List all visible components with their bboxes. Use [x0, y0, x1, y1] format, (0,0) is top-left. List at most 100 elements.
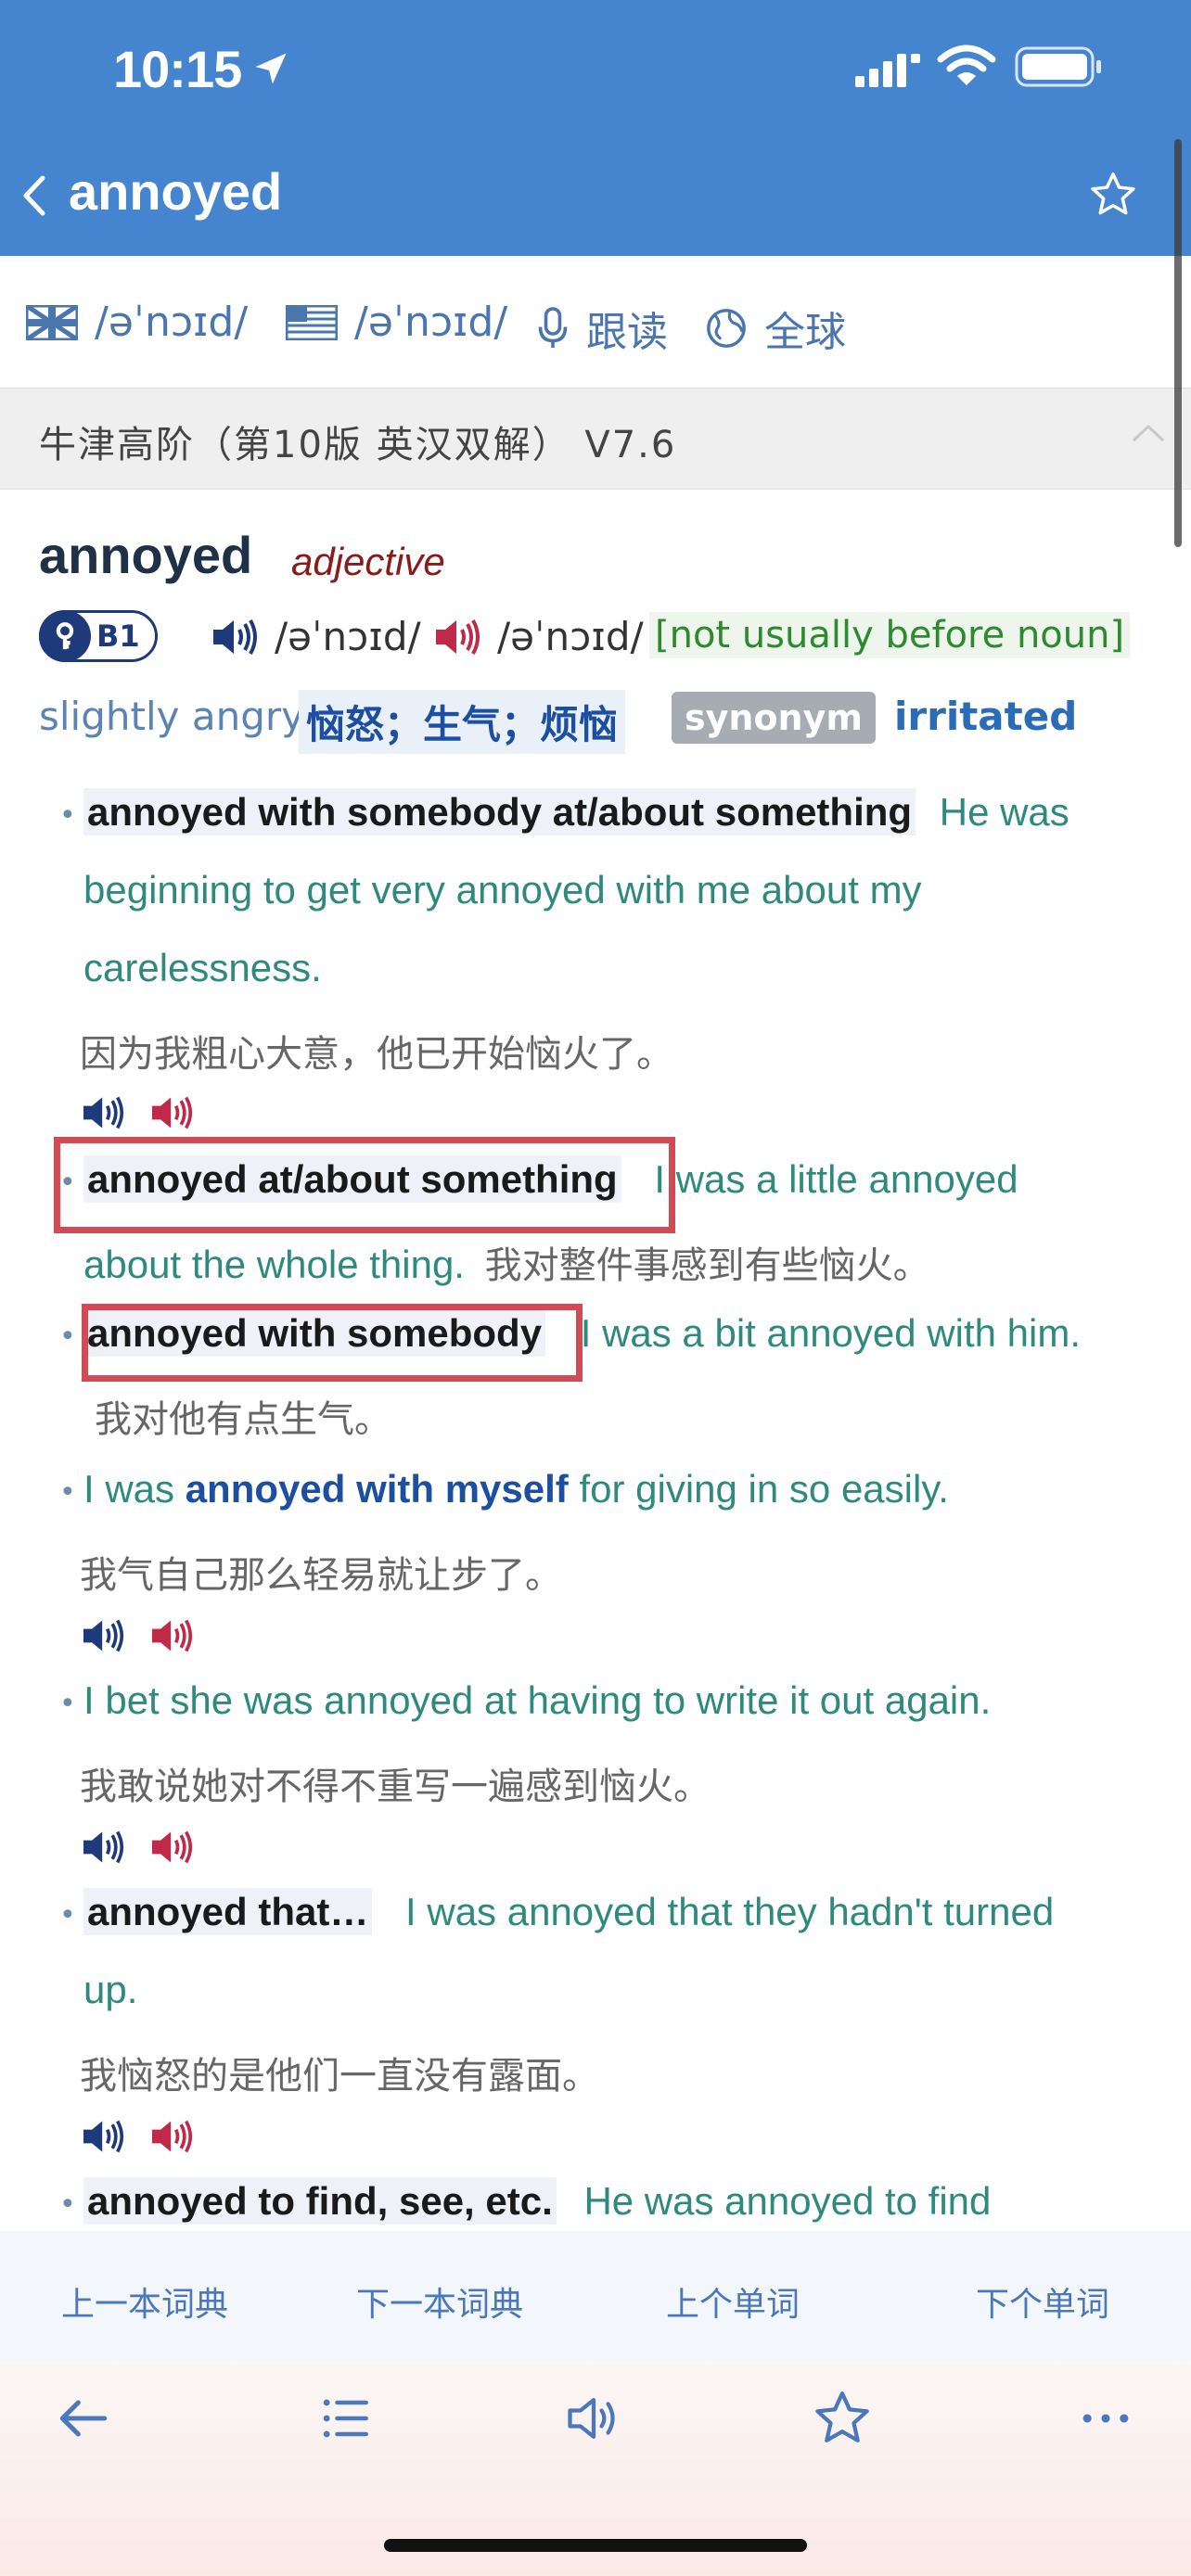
us-flag-icon: [286, 304, 338, 340]
speaker-us-icon[interactable]: [148, 2116, 197, 2157]
example-2-translation: 我对整件事感到有些恼火。: [484, 1245, 930, 1286]
dictionary-header[interactable]: 牛津高阶（第10版 英汉双解） V7.6: [0, 388, 1191, 490]
example-4-text-post: for giving in so easily.: [579, 1467, 949, 1511]
synonym-link[interactable]: irritated: [894, 694, 1077, 739]
follow-read-button[interactable]: 跟读: [536, 299, 668, 358]
speaker-icon[interactable]: [562, 2387, 625, 2450]
example-4-text-bold: annoyed with myself: [185, 1467, 569, 1511]
scroll-indicator[interactable]: [1174, 139, 1182, 547]
cellular-signal-icon: [855, 54, 920, 87]
example-3-text-a: I was a bit annoyed with him.: [580, 1311, 1082, 1355]
us-ipa: /əˈnɔɪd/: [354, 299, 508, 346]
bottom-dictionary-nav: 上一本词典 下一本词典 上个单词 下个单词: [0, 2231, 1191, 2361]
speaker-uk-icon[interactable]: [80, 1827, 128, 1868]
bullet: •: [59, 1899, 76, 1932]
us-pronunciation[interactable]: /əˈnɔɪd/: [286, 299, 507, 346]
bullet: •: [59, 799, 76, 832]
entry-uk-ipa: /əˈnɔɪd/: [275, 614, 421, 659]
highlight-box-1: [54, 1137, 675, 1233]
example-4-translation: 我气自己那么轻易就让步了。: [80, 1554, 562, 1597]
prev-word-link[interactable]: 上个单词: [666, 2277, 800, 2326]
example-4-audio: [80, 1615, 197, 1656]
example-6-pattern: annoyed that…: [83, 1888, 373, 1935]
example-1-line-3: carelessness.: [83, 946, 322, 989]
speaker-uk-icon[interactable]: [80, 2116, 128, 2157]
speaker-uk-icon[interactable]: [80, 1092, 128, 1133]
speaker-us-icon[interactable]: [148, 1827, 197, 1868]
speaker-uk-icon[interactable]: [210, 615, 262, 659]
page-title: annoyed: [69, 162, 283, 221]
level-label: B1: [96, 618, 140, 654]
example-1-text-a: He was: [939, 790, 1069, 834]
example-7-pattern: annoyed to find, see, etc.: [83, 2177, 557, 2225]
list-icon[interactable]: [314, 2387, 377, 2450]
definition-en: slightly angry: [39, 694, 304, 739]
example-4-line-1: I was annoyed with myself for giving in …: [83, 1467, 949, 1511]
location-arrow-icon: [255, 53, 287, 84]
example-2-text-b: about the whole thing.: [83, 1243, 465, 1286]
example-4-text-pre: I was: [83, 1467, 175, 1511]
uk-ipa: /əˈnɔɪd/: [95, 299, 249, 346]
back-chevron-icon[interactable]: [20, 172, 48, 219]
example-1-translation: 因为我粗心大意，他已开始恼火了。: [80, 1033, 673, 1076]
example-1-pattern: annoyed with somebody at/about something: [83, 788, 916, 835]
prev-dictionary-link[interactable]: 上一本词典: [61, 2277, 228, 2326]
example-7-text-a: He was annoyed to find: [583, 2179, 992, 2223]
wifi-icon: [937, 45, 996, 85]
example-1-line-1: annoyed with somebody at/about something…: [83, 788, 1069, 835]
next-dictionary-link[interactable]: 下一本词典: [356, 2277, 523, 2326]
status-time: 10:15: [113, 40, 242, 98]
more-icon[interactable]: [1074, 2387, 1137, 2450]
example-3-translation: 我对他有点生气。: [95, 1398, 391, 1441]
example-6-translation: 我恼怒的是他们一直没有露面。: [80, 2055, 599, 2098]
global-label: 全球: [764, 309, 846, 356]
us-pron-line[interactable]: /əˈnɔɪd/: [432, 614, 644, 659]
speaker-us-icon[interactable]: [432, 615, 484, 659]
next-word-link[interactable]: 下个单词: [976, 2277, 1109, 2326]
level-badge: B1: [39, 610, 158, 662]
example-2-line-2: about the whole thing. 我对整件事感到有些恼火。: [83, 1235, 930, 1289]
example-6-line-1: annoyed that… I was annoyed that they ha…: [83, 1888, 1055, 1935]
star-icon[interactable]: [811, 2387, 874, 2450]
example-1-audio: [80, 1092, 197, 1133]
home-indicator[interactable]: [384, 2539, 807, 2552]
pronunciation-bar: /əˈnɔɪd/ /əˈnɔɪd/ 跟读 全球: [0, 256, 1191, 388]
uk-pron-line[interactable]: /əˈnɔɪd/: [210, 614, 421, 659]
uk-flag-icon: [26, 304, 78, 340]
synonym-badge: synonym: [672, 692, 876, 744]
bullet: •: [59, 1688, 76, 1720]
entry-us-ipa: /əˈnɔɪd/: [497, 614, 644, 659]
speaker-us-icon[interactable]: [148, 1092, 197, 1133]
part-of-speech: adjective: [291, 540, 445, 583]
microphone-icon: [538, 307, 568, 348]
follow-read-label: 跟读: [586, 309, 668, 356]
bullet: •: [59, 1476, 76, 1509]
speaker-uk-icon[interactable]: [80, 1615, 128, 1656]
example-2-text-a: I was a little annoyed: [654, 1157, 1018, 1201]
battery-icon: [1015, 46, 1101, 87]
definition-zh: 恼怒；生气；烦恼: [299, 690, 626, 754]
example-1-line-2: beginning to get very annoyed with me ab…: [83, 868, 922, 912]
example-5-audio: [80, 1827, 197, 1868]
speaker-us-icon[interactable]: [148, 1615, 197, 1656]
grammar-note: [not usually before noun]: [649, 612, 1131, 658]
example-6-audio: [80, 2116, 197, 2157]
collapse-chevron-icon[interactable]: [1130, 422, 1167, 444]
example-5-translation: 我敢说她对不得不重写一遍感到恼火。: [80, 1766, 711, 1808]
back-arrow-icon[interactable]: [52, 2387, 115, 2450]
example-7-line-1: annoyed to find, see, etc. He was annoye…: [83, 2177, 992, 2225]
example-6-line-2: up.: [83, 1968, 138, 2011]
uk-pronunciation[interactable]: /əˈnɔɪd/: [26, 299, 248, 346]
top-header: 10:15 annoyed: [0, 0, 1191, 256]
bullet: •: [59, 1320, 76, 1353]
key-icon: [39, 610, 91, 662]
highlight-box-2: [82, 1304, 583, 1382]
globe-icon: [707, 309, 746, 348]
favorite-star-icon[interactable]: [1087, 169, 1139, 221]
bullet: •: [59, 2188, 76, 2221]
example-5-line-1: I bet she was annoyed at having to write…: [83, 1678, 992, 1722]
global-button[interactable]: 全球: [705, 299, 846, 358]
example-6-text-a: I was annoyed that they hadn't turned: [405, 1890, 1055, 1933]
headword: annoyed: [39, 526, 253, 584]
dictionary-name: 牛津高阶（第10版 英汉双解） V7.6: [39, 424, 677, 466]
